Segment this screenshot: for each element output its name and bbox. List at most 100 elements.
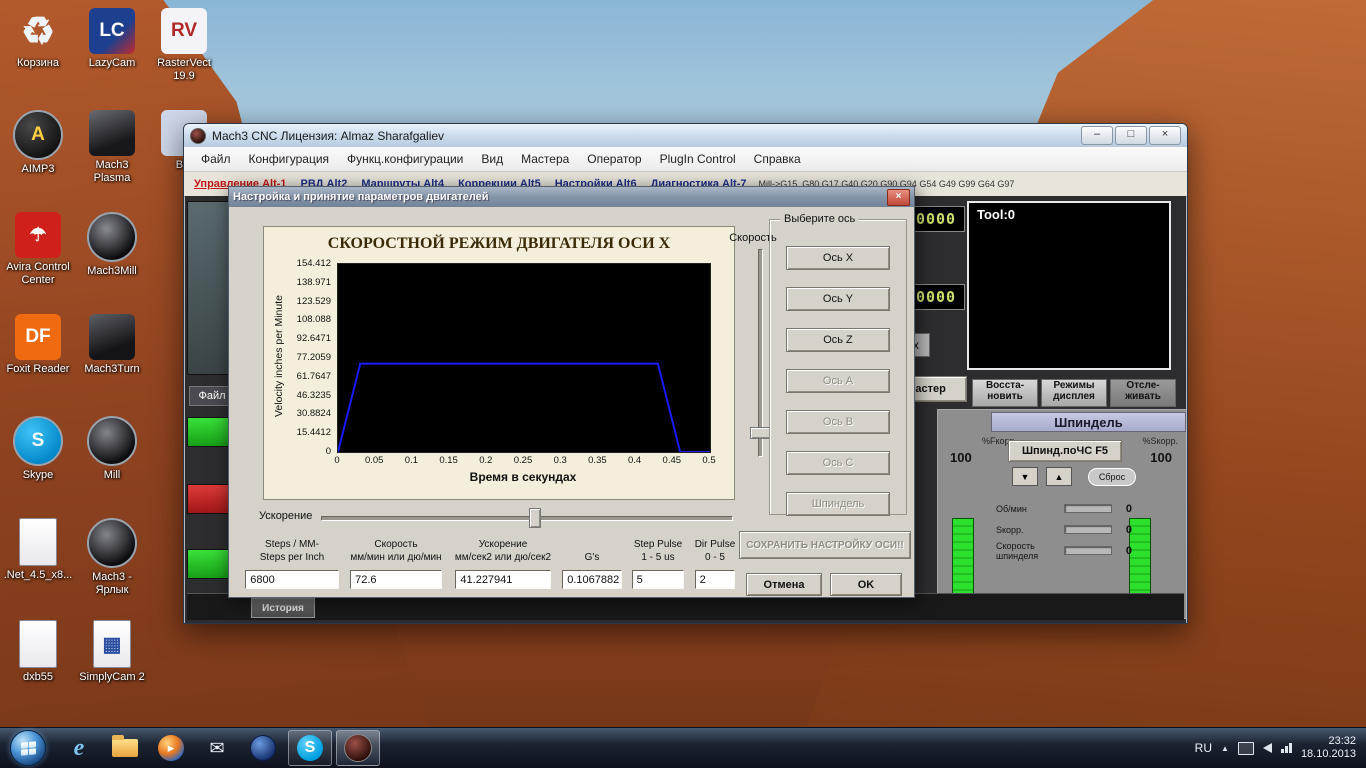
language-indicator[interactable]: RU <box>1195 741 1212 755</box>
spindle-override-bar[interactable] <box>1129 518 1151 594</box>
step-pulse-input[interactable]: 5 <box>631 570 685 589</box>
desktop-icon-label: Foxit Reader <box>6 363 70 375</box>
media-player-icon: ▸ <box>158 735 184 761</box>
desktop-icon-skype[interactable]: S Skype <box>2 414 74 516</box>
spindle-row-slider[interactable] <box>1064 504 1112 513</box>
dialog-titlebar[interactable]: Настройка и принятие параметров двигател… <box>229 187 914 207</box>
velocity-field: Скорость мм/мин или дю/мин 72.6 <box>342 539 450 589</box>
spindle-button: Шпиндель <box>786 492 890 516</box>
menu-plugin-control[interactable]: PlugIn Control <box>651 149 745 169</box>
axis-b-button: Ось B <box>786 410 890 434</box>
taskbar-item-app-globe[interactable] <box>242 731 284 765</box>
menu-file[interactable]: Файл <box>192 149 240 169</box>
minimize-button[interactable]: – <box>1081 126 1113 145</box>
menu-function-configs[interactable]: Функц.конфигурации <box>338 149 472 169</box>
spindle-row-slider[interactable] <box>1064 525 1112 534</box>
desktop-icon-label: Avira Control Center <box>6 261 70 286</box>
desktop-icon-dotnet-installer[interactable]: .Net_4.5_x8... <box>2 516 74 618</box>
acceleration-slider-thumb[interactable] <box>529 508 541 528</box>
desktop-icon-mach3-shortcut[interactable]: Mach3 - Ярлык <box>76 516 148 618</box>
desktop-icon-mach3turn[interactable]: Mach3Turn <box>76 312 148 414</box>
desktop-icon-simplycam-2[interactable]: ▦ SimplyCam 2 <box>76 618 148 720</box>
desktop-icon-mach3mill[interactable]: Mach3Mill <box>76 210 148 312</box>
reset-button[interactable] <box>187 549 233 579</box>
spindle-row: Об/мин 0 <box>996 498 1132 519</box>
desktop-icon-mill[interactable]: Mill <box>76 414 148 516</box>
axis-x-button[interactable]: Ось X <box>786 246 890 270</box>
axis-y-button[interactable]: Ось Y <box>786 287 890 311</box>
taskbar-item-windows-explorer[interactable] <box>104 731 146 765</box>
desktop-icon-avira-control-center[interactable]: ☂ Avira Control Center <box>2 210 74 312</box>
axis-z-button[interactable]: Ось Z <box>786 328 890 352</box>
taskbar-item-internet-explorer[interactable]: e <box>58 731 100 765</box>
field-label: Steps / MM- <box>265 539 319 550</box>
desktop-icon-dxb55[interactable]: dxb55 <box>2 618 74 720</box>
aimp3-icon: A <box>13 110 63 160</box>
spindle-row-label: Sкорр. <box>996 524 1024 535</box>
dialog-close-button[interactable]: × <box>887 188 910 206</box>
close-button[interactable]: × <box>1149 126 1181 145</box>
taskbar-item-media-player[interactable]: ▸ <box>150 731 192 765</box>
view-button[interactable]: Режимы дисплея <box>1041 379 1107 407</box>
acceleration-input[interactable]: 41.227941 <box>455 570 551 589</box>
tray-network-icon[interactable] <box>1280 743 1292 753</box>
desktop-icon-aimp3[interactable]: A AIMP3 <box>2 108 74 210</box>
spindle-rows: Об/мин 0 Sкорр. 0 Скорость шпинделя 0 <box>996 498 1132 561</box>
window-titlebar[interactable]: Mach3 CNC Лицензия: Almaz Sharafgaliev –… <box>184 124 1187 147</box>
desktop-icon-foxit-reader[interactable]: DF Foxit Reader <box>2 312 74 414</box>
ok-button[interactable]: OK <box>830 573 902 596</box>
desktop-icon-mach3-plasma[interactable]: Mach3 Plasma <box>76 108 148 210</box>
spindle-row-slider[interactable] <box>1064 546 1112 555</box>
tool-display: Tool:0 <box>967 201 1171 370</box>
velocity-input[interactable]: 72.6 <box>350 570 442 589</box>
acceleration-slider[interactable] <box>321 507 733 528</box>
mach3turn-icon <box>89 314 135 360</box>
desktop-icon-rastervect[interactable]: RV RasterVect 19.9 <box>148 6 220 108</box>
app-globe-icon <box>250 735 276 761</box>
tray-monitor-icon[interactable] <box>1237 741 1254 755</box>
feed-override-bar[interactable] <box>952 518 974 594</box>
dir-pulse-input[interactable]: 2 <box>694 570 736 589</box>
taskbar-item-mach3[interactable] <box>336 730 380 766</box>
taskbar-clock[interactable]: 23:32 18.10.2013 <box>1301 735 1356 761</box>
menu-view[interactable]: Вид <box>472 149 512 169</box>
start-button[interactable] <box>10 730 46 766</box>
view-button[interactable]: Отсле- живать <box>1110 379 1176 407</box>
tray-volume-icon[interactable] <box>1262 743 1272 753</box>
cycle-start-button[interactable] <box>187 417 233 447</box>
steps-per-unit-input[interactable]: 6800 <box>245 570 339 589</box>
rastervect-icon: RV <box>161 8 207 54</box>
spindle-panel-title: Шпиндель <box>991 412 1186 432</box>
save-axis-settings-button[interactable]: СОХРАНИТЬ НАСТРОЙКУ ОСИ!! <box>739 531 911 559</box>
view-button[interactable]: Восста- новить <box>972 379 1038 407</box>
spindle-reset-button[interactable]: Сброс <box>1088 468 1136 486</box>
tray-time: 23:32 <box>1328 735 1356 747</box>
feed-override-value: 100 <box>950 450 972 465</box>
taskbar-item-skype[interactable]: S <box>288 730 332 766</box>
taskbar-item-messenger[interactable]: ✉ <box>196 731 238 765</box>
desktop-icon-recycle-bin[interactable]: ♻ Корзина <box>2 6 74 108</box>
velocity-slider-thumb[interactable] <box>750 427 771 439</box>
menu-configuration[interactable]: Конфигурация <box>240 149 339 169</box>
desktop-icon-label: dxb55 <box>23 671 53 683</box>
desktop-icon-lazycam[interactable]: LC LazyCam <box>76 6 148 108</box>
menu-help[interactable]: Справка <box>745 149 810 169</box>
stop-button[interactable] <box>187 484 233 514</box>
hidden-icons-arrow[interactable]: ▲ <box>1221 744 1229 753</box>
dro-display: 0000 <box>907 206 965 232</box>
chart-x-axis-label: Время в секундах <box>469 470 577 484</box>
desktop-icon-label: Mill <box>103 469 121 481</box>
dro-display: 0000 <box>907 284 965 310</box>
g-force-input[interactable]: 0.1067882 <box>562 570 622 589</box>
history-button[interactable]: История <box>251 598 315 618</box>
x-tick-label: 0 <box>334 455 340 466</box>
maximize-button[interactable]: □ <box>1115 126 1147 145</box>
menu-wizards[interactable]: Мастера <box>512 149 578 169</box>
cancel-button[interactable]: Отмена <box>746 573 822 596</box>
window-controls: – □ × <box>1081 126 1181 145</box>
spindle-arrow-button[interactable]: ▲ <box>1046 467 1072 486</box>
menu-operator[interactable]: Оператор <box>578 149 650 169</box>
spindle-cw-button[interactable]: Шпинд.поЧС F5 <box>1008 440 1122 462</box>
spindle-arrow-button[interactable]: ▼ <box>1012 467 1038 486</box>
field-label: 0 - 5 <box>704 552 725 563</box>
